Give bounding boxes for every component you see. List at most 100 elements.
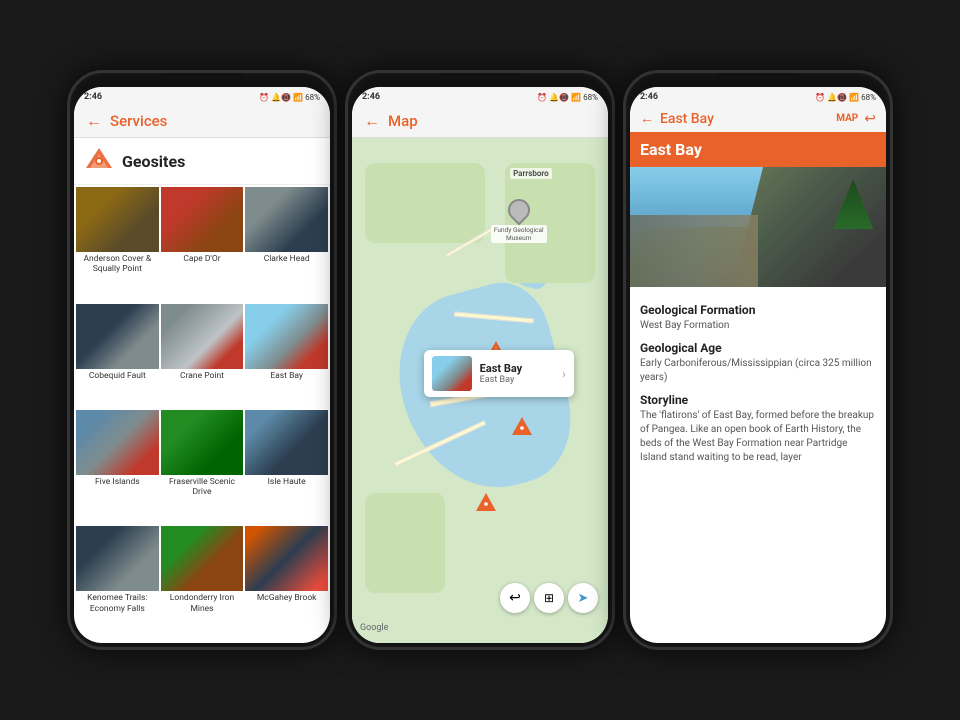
geosite-thumb-mcgahey [245, 526, 328, 591]
parrsboro-label: Parrsboro [510, 168, 552, 179]
geosites-grid: Anderson Cover & Squally Point Cape D'Or… [74, 185, 330, 643]
geosite-thumb-cobequid [76, 304, 159, 369]
geosite-item-eastbay[interactable]: East Bay [245, 304, 328, 408]
location-button[interactable]: ➤ [568, 583, 598, 613]
geosites-title: Geosites [122, 152, 185, 171]
geosite-thumb-fiveislands [76, 410, 159, 475]
phone3-icons: ⏰ 🔔📵 📶 68% [815, 93, 876, 102]
section-text-0: West Bay Formation [640, 319, 876, 333]
phone2-screen: 2:46 ⏰ 🔔📵 📶 68% ← Map [352, 87, 608, 643]
geosite-item-islehaute[interactable]: Isle Haute [245, 410, 328, 525]
detail-banner: East Bay [630, 132, 886, 167]
section-text-1: Early Carboniferous/Mississippian (circa… [640, 357, 876, 385]
phone2-header-title: Map [388, 112, 596, 130]
popup-subtitle: East Bay [480, 375, 554, 385]
geosite-thumb-londonderry [161, 526, 244, 591]
popup-thumb-image [432, 356, 472, 391]
geosite-item-fraserville[interactable]: Fraserville Scenic Drive [161, 410, 244, 525]
phone2-icons: ⏰ 🔔📵 📶 68% [537, 93, 598, 102]
phone3-nav-right: MAP ↩ [836, 111, 876, 127]
geosite-label-londonderry: Londonderry Iron Mines [161, 591, 244, 617]
phone1: 2:46 ⏰ 🔔📵 📶 68% ← Services Geosites [67, 70, 337, 650]
phone3-statusbar: 2:46 ⏰ 🔔📵 📶 68% [630, 87, 886, 105]
phone2-back-icon[interactable]: ← [364, 111, 380, 131]
geosite-thumb-islehaute [245, 410, 328, 475]
geosite-label-fiveislands: Five Islands [93, 475, 142, 491]
phone1-header: ← Services [74, 105, 330, 138]
phone3-screen: 2:46 ⏰ 🔔📵 📶 68% ← East Bay MAP ↩ East Ba… [630, 87, 886, 643]
detail-content: Geological Formation West Bay Formation … [630, 287, 886, 643]
geosite-label-fraserville: Fraserville Scenic Drive [161, 475, 244, 501]
marker-geo3[interactable] [475, 492, 497, 518]
museum-marker: Fundy GeologicalMuseum [491, 199, 547, 244]
phone1-wrapper: 2:46 ⏰ 🔔📵 📶 68% ← Services Geosites [67, 70, 337, 650]
geosite-item-capedor[interactable]: Cape D'Or [161, 187, 244, 302]
geosites-icon [84, 146, 114, 176]
google-attribution: Google [360, 623, 388, 633]
map-screen[interactable]: Parrsboro Fundy GeologicalMuseum [352, 138, 608, 643]
geosite-item-clarkes[interactable]: Clarke Head [245, 187, 328, 302]
phone2-time: 2:46 [362, 92, 380, 102]
geosite-item-kenomee[interactable]: Kenomee Trails: Economy Falls [76, 526, 159, 641]
undo-button[interactable]: ↩ [500, 583, 530, 613]
section-text-2: The 'flatirons' of East Bay, formed befo… [640, 409, 876, 465]
geosites-header: Geosites [74, 138, 330, 185]
geosite-thumb-crane [161, 304, 244, 369]
museum-pin-icon [503, 194, 534, 225]
geosite-thumb-kenomee [76, 526, 159, 591]
geosite-label-crane: Crane Point [178, 369, 226, 385]
phone1-statusbar: 2:46 ⏰ 🔔📵 📶 68% [74, 87, 330, 105]
phone1-screen: 2:46 ⏰ 🔔📵 📶 68% ← Services Geosites [74, 87, 330, 643]
geosite-label-islehaute: Isle Haute [266, 475, 308, 491]
section-title-2: Storyline [640, 393, 876, 407]
detail-banner-title: East Bay [640, 140, 702, 159]
layers-button[interactable]: ⊞ [534, 583, 564, 613]
geosite-label-kenomee: Kenomee Trails: Economy Falls [76, 591, 159, 617]
phone3-back-icon[interactable]: ← [640, 110, 654, 127]
section-title-1: Geological Age [640, 341, 876, 355]
geosite-item-crane[interactable]: Crane Point [161, 304, 244, 408]
popup-arrow-icon: › [562, 367, 566, 381]
section-title-0: Geological Formation [640, 303, 876, 317]
phone1-icons: ⏰ 🔔📵 📶 68% [259, 93, 320, 102]
phone1-time: 2:46 [84, 92, 102, 102]
geosite-thumb-anderson [76, 187, 159, 252]
phone3-nav-left: ← East Bay [640, 110, 714, 127]
phone3-nav-title: East Bay [660, 111, 714, 127]
geosite-item-londonderry[interactable]: Londonderry Iron Mines [161, 526, 244, 641]
geosite-thumb-eastbay [245, 304, 328, 369]
geosite-item-mcgahey[interactable]: McGahey Brook [245, 526, 328, 641]
geosite-thumb-clarkes [245, 187, 328, 252]
phone1-back-icon[interactable]: ← [86, 111, 102, 131]
phone2: 2:46 ⏰ 🔔📵 📶 68% ← Map [345, 70, 615, 650]
geosite-thumb-fraserville [161, 410, 244, 475]
geo-icon-3 [475, 492, 497, 514]
marker-geo2[interactable] [511, 416, 533, 442]
phone3-navbar: ← East Bay MAP ↩ [630, 105, 886, 132]
phone3: 2:46 ⏰ 🔔📵 📶 68% ← East Bay MAP ↩ East Ba… [623, 70, 893, 650]
geosite-label-mcgahey: McGahey Brook [255, 591, 319, 607]
geo-icon-2 [511, 416, 533, 438]
detail-section-1: Geological Age Early Carboniferous/Missi… [640, 341, 876, 385]
hero-rock-face [630, 215, 758, 287]
geosite-label-capedor: Cape D'Or [181, 252, 222, 268]
phone3-map-label[interactable]: MAP [836, 113, 858, 124]
phone2-statusbar: 2:46 ⏰ 🔔📵 📶 68% [352, 87, 608, 105]
geosite-label-eastbay: East Bay [268, 369, 305, 385]
map-popup[interactable]: East Bay East Bay › [424, 350, 574, 397]
museum-label-text: Fundy GeologicalMuseum [491, 225, 547, 244]
geosite-item-cobequid[interactable]: Cobequid Fault [76, 304, 159, 408]
phone3-wrapper: 2:46 ⏰ 🔔📵 📶 68% ← East Bay MAP ↩ East Ba… [623, 70, 893, 650]
geosite-label-clarkes: Clarke Head [262, 252, 312, 268]
phone3-return-icon[interactable]: ↩ [864, 111, 876, 127]
geosite-item-fiveislands[interactable]: Five Islands [76, 410, 159, 525]
land-patch1 [365, 163, 485, 243]
phone2-wrapper: 2:46 ⏰ 🔔📵 📶 68% ← Map [345, 70, 615, 650]
geosite-label-anderson: Anderson Cover & Squally Point [76, 252, 159, 278]
geosite-label-cobequid: Cobequid Fault [87, 369, 148, 385]
map-controls: ↩ ⊞ ➤ [500, 583, 598, 613]
phone2-header: ← Map [352, 105, 608, 138]
detail-section-0: Geological Formation West Bay Formation [640, 303, 876, 333]
popup-title: East Bay [480, 362, 554, 375]
geosite-item-anderson[interactable]: Anderson Cover & Squally Point [76, 187, 159, 302]
